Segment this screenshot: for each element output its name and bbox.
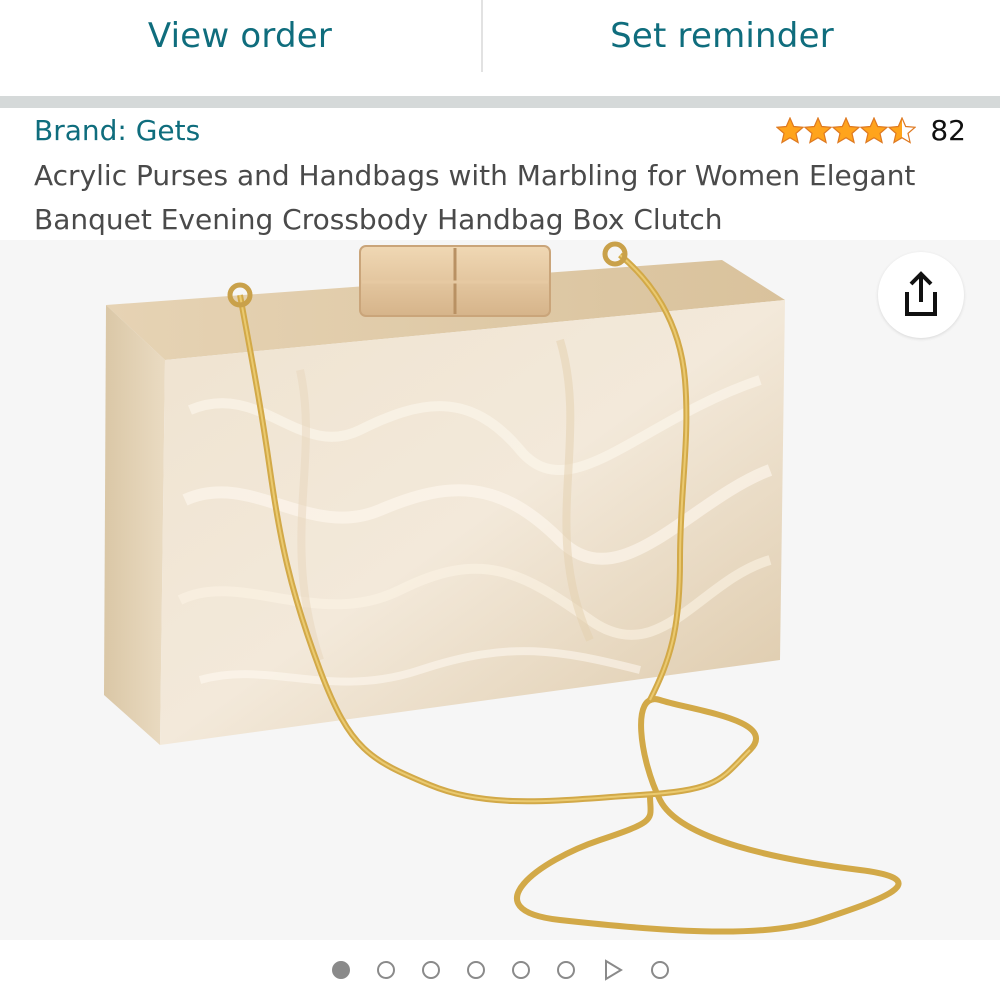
rating-summary[interactable]: 82: [776, 114, 966, 147]
pager-dot[interactable]: [466, 961, 485, 979]
product-info: Brand: Gets 82 Acrylic Purses and Handba…: [0, 108, 1000, 240]
view-order-button[interactable]: View order: [0, 0, 480, 72]
pager-dot[interactable]: [331, 961, 350, 979]
pager-dot[interactable]: [650, 961, 669, 979]
pager-dot[interactable]: [511, 961, 530, 979]
product-image-gallery[interactable]: [0, 240, 1000, 940]
image-pager: [0, 940, 1000, 1000]
set-reminder-button[interactable]: Set reminder: [482, 0, 962, 72]
star-icon: [832, 116, 861, 144]
brand-link[interactable]: Brand: Gets: [34, 114, 200, 147]
share-button[interactable]: [878, 252, 964, 338]
product-title: Acrylic Purses and Handbags with Marblin…: [34, 159, 916, 236]
product-image[interactable]: [0, 240, 1000, 940]
share-icon: [905, 271, 937, 316]
pager-dot[interactable]: [421, 961, 440, 979]
rating-count: 82: [930, 114, 966, 147]
star-icon: [860, 116, 889, 144]
star-rating: [776, 116, 917, 145]
pager-dot[interactable]: [556, 961, 575, 979]
video-play-icon[interactable]: [602, 959, 624, 981]
star-icon: [776, 116, 805, 144]
top-action-bar: View order Set reminder: [0, 0, 1000, 96]
star-icon: [804, 116, 833, 144]
pager-dot[interactable]: [376, 961, 395, 979]
section-divider: [0, 96, 1000, 108]
star-icon: [888, 116, 917, 144]
